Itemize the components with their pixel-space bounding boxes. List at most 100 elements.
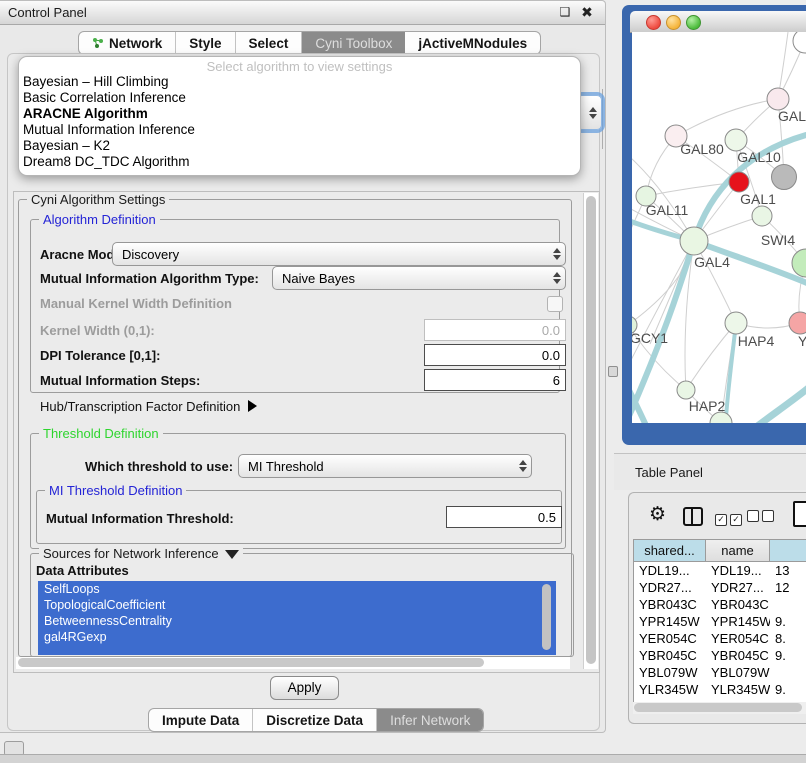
table-row[interactable]: YPR145WYPR145W9. — [634, 613, 806, 630]
mi-steps-label: Mutual Information Steps: — [40, 373, 200, 388]
network-node[interactable] — [767, 88, 789, 110]
table-cell: YLR345W — [706, 681, 770, 698]
network-node[interactable] — [680, 227, 708, 255]
mi-steps-input[interactable] — [424, 369, 566, 391]
tab-cyni-toolbox[interactable]: Cyni Toolbox — [302, 32, 405, 54]
close-window-icon[interactable]: ✖ — [579, 4, 595, 20]
column-header[interactable] — [770, 540, 806, 562]
tab-impute-data[interactable]: Impute Data — [149, 709, 253, 731]
table-row[interactable]: YER054CYER054C8. — [634, 630, 806, 647]
table-cell: YPR145W — [634, 613, 706, 630]
table-cell: YBR045C — [634, 647, 706, 664]
unchecked-box-icon — [762, 510, 774, 522]
attribute-list-item[interactable]: gal4RGexp — [38, 629, 556, 645]
table-row[interactable]: YDL19...YDL19...13 — [634, 562, 806, 579]
manual-kernel-checkbox[interactable] — [547, 296, 563, 312]
sources-group-label[interactable]: Sources for Network Inference — [39, 546, 243, 561]
table-row[interactable]: YLR345WYLR345W9. — [634, 681, 806, 698]
tab-style[interactable]: Style — [176, 32, 235, 54]
table-row[interactable]: YBR043CYBR043C — [634, 596, 806, 613]
node-label: HAP4 — [738, 333, 775, 349]
network-node[interactable] — [793, 32, 806, 53]
network-node[interactable] — [725, 129, 747, 151]
splitter-grip[interactable] — [608, 366, 618, 377]
network-node[interactable] — [677, 381, 695, 399]
table-header-row: shared...name — [634, 540, 806, 562]
algorithm-dropdown-list: Select algorithm to view settings Bayesi… — [18, 56, 581, 176]
network-edge-highlighted[interactable] — [720, 385, 806, 423]
mi-threshold-input[interactable] — [446, 506, 562, 528]
node-label: GAL1 — [740, 191, 776, 207]
network-window-titlebar — [630, 11, 806, 33]
float-window-icon[interactable]: ❑ — [557, 4, 573, 20]
table-cell: 9. — [770, 647, 806, 664]
network-node[interactable] — [789, 312, 806, 334]
network-node[interactable] — [792, 249, 806, 277]
column-header[interactable]: name — [706, 540, 770, 562]
node-label: GCY1 — [632, 330, 668, 346]
column-header[interactable]: shared... — [634, 540, 706, 562]
algorithm-option[interactable]: Basic Correlation Inference — [19, 90, 580, 106]
mi-type-combobox[interactable]: Naive Bayes — [272, 266, 566, 290]
network-node[interactable] — [752, 206, 772, 226]
tab-discretize-data[interactable]: Discretize Data — [253, 709, 377, 731]
attribute-list-item[interactable]: TopologicalCoefficient — [38, 597, 556, 613]
aracne-mode-combobox[interactable]: Discovery — [112, 242, 566, 266]
network-node[interactable] — [725, 312, 747, 334]
tab-label: Network — [109, 36, 162, 51]
select-all-columns-icon[interactable]: ✓✓ — [715, 510, 745, 526]
table-cell: YDL19... — [634, 562, 706, 579]
table-cell: YLR345W — [634, 681, 706, 698]
table-horizontal-scrollbar[interactable] — [633, 702, 806, 714]
attribute-list-item[interactable]: SelfLoops — [38, 581, 556, 597]
node-label: GAL8 — [778, 108, 806, 124]
node-label: Y — [798, 333, 806, 349]
table-row[interactable]: YDR27...YDR27...12 — [634, 579, 806, 596]
algorithm-dropdown-placeholder: Select algorithm to view settings — [19, 57, 580, 74]
tab-jactivemnodules[interactable]: jActiveMNodules — [405, 32, 540, 54]
node-label: SWI4 — [761, 232, 795, 248]
algorithm-option[interactable]: Bayesian – K2 — [19, 138, 580, 154]
tab-infer-network[interactable]: Infer Network — [377, 709, 483, 731]
data-attributes-list[interactable]: SelfLoopsTopologicalCoefficientBetweenne… — [38, 581, 556, 655]
node-label: GAL80 — [680, 141, 724, 157]
zoom-button[interactable] — [686, 15, 701, 30]
table-cell: 12 — [770, 579, 806, 596]
combobox-stepper-icon — [589, 107, 597, 119]
network-canvas[interactable]: GAL8GAL80GAL10GAL1GAL11GAL4SWI4GCY1HAP4Y… — [632, 32, 806, 423]
settings-vertical-scrollbar[interactable] — [583, 193, 598, 669]
table-row[interactable]: YBL079WYBL079W — [634, 664, 806, 681]
network-node[interactable] — [772, 165, 797, 190]
attribute-list-item[interactable]: BetweennessCentrality — [38, 613, 556, 629]
table-row[interactable]: YBR045CYBR045C9. — [634, 647, 806, 664]
table-cell — [770, 596, 806, 613]
algorithm-option[interactable]: Bayesian – Hill Climbing — [19, 74, 580, 90]
tab-network[interactable]: Network — [79, 32, 176, 54]
deselect-all-columns-icon[interactable] — [747, 510, 777, 525]
minimize-button[interactable] — [666, 15, 681, 30]
hub-definition-label: Hub/Transcription Factor Definition — [40, 399, 240, 414]
aracne-mode-value: Discovery — [113, 247, 565, 262]
algorithm-option[interactable]: Dream8 DC_TDC Algorithm — [19, 154, 580, 170]
algorithm-option[interactable]: Mutual Information Inference — [19, 122, 580, 138]
network-edge[interactable] — [676, 99, 778, 136]
hub-definition-toggle[interactable]: Hub/Transcription Factor Definition — [40, 399, 257, 414]
close-button[interactable] — [646, 15, 661, 30]
tab-select[interactable]: Select — [236, 32, 303, 54]
list-scrollbar-thumb[interactable] — [542, 584, 551, 650]
table-panel-titlebar: Table Panel — [614, 453, 806, 490]
which-threshold-combobox[interactable]: MI Threshold — [238, 454, 532, 478]
dpi-tolerance-input[interactable] — [424, 344, 566, 366]
gear-icon[interactable]: ⚙ — [649, 503, 666, 526]
apply-button[interactable]: Apply — [270, 676, 339, 700]
algorithm-option[interactable]: ARACNE Algorithm — [19, 106, 580, 122]
settings-horizontal-scrollbar[interactable] — [16, 657, 570, 669]
document-icon[interactable] — [793, 501, 806, 527]
kernel-width-input[interactable] — [424, 319, 566, 341]
table-cell: YER054C — [706, 630, 770, 647]
network-edge-highlighted[interactable] — [724, 323, 736, 423]
columns-icon[interactable] — [683, 507, 703, 526]
network-node[interactable] — [729, 172, 749, 192]
table-panel-title: Table Panel — [635, 465, 703, 480]
sources-title: Sources for Network Inference — [43, 546, 219, 561]
